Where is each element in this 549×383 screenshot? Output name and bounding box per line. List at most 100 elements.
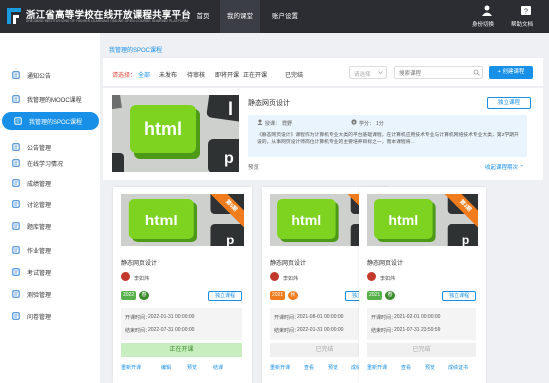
end-time: 2021-07-31 23:59:59 xyxy=(394,327,441,333)
year-badge: 2022 xyxy=(121,291,137,300)
course-search-input[interactable] xyxy=(394,66,483,79)
credit-icon: ¥ xyxy=(351,119,357,125)
create-course-button[interactable]: + 创建课程 xyxy=(489,66,533,79)
quiz-icon xyxy=(12,290,20,298)
course-card-thumbnail[interactable]: html p 第5期 xyxy=(121,194,244,246)
start-time: 2022-01-31 00:00:00 xyxy=(148,314,195,320)
course-status: 已完结 xyxy=(367,343,476,357)
course-card-thumbnail[interactable]: html p 第3期 xyxy=(367,194,478,246)
top-bar: 浙江省高等学校在线开放课程共享平台 ZHEJIANG INSTITUTIONS … xyxy=(0,0,549,33)
course-card-link-1[interactable]: 编辑 xyxy=(161,364,171,371)
sidebar-item-label: 作业管理 xyxy=(27,249,52,255)
sidebar-item-label: 公告管理 xyxy=(27,146,52,152)
sidebar-item-label: 我管理的SPOC课程 xyxy=(29,120,83,126)
filter-option-4[interactable]: 正在开课 xyxy=(243,70,267,79)
sidebar-item-4[interactable]: 在线学习情况 xyxy=(0,154,100,172)
teacher-name: 霓野 xyxy=(282,121,293,127)
sidebar-item-label: 通知公告 xyxy=(27,74,52,80)
svg-text:html: html xyxy=(145,214,178,229)
featured-course-thumbnail[interactable]: html l p xyxy=(112,95,239,172)
course-card-link-1[interactable]: 查看 xyxy=(304,364,314,371)
svg-text:p: p xyxy=(224,150,234,167)
course-card-title[interactable]: 静态网页设计 xyxy=(121,258,157,267)
course-card-link-3[interactable]: 成绩证书 xyxy=(448,364,468,371)
search-icon[interactable] xyxy=(473,69,480,76)
course-card-link-2[interactable]: 预览 xyxy=(425,364,435,371)
question-bank-icon xyxy=(12,222,20,230)
nav-account-settings[interactable]: 账户设置 xyxy=(262,0,308,33)
preview-link[interactable]: 预览 xyxy=(248,163,259,171)
sidebar-item-label: 考试管理 xyxy=(27,271,52,277)
svg-text:html: html xyxy=(388,212,418,228)
credit-value: 1分 xyxy=(376,121,384,127)
independent-course-badge: 独立课程 xyxy=(442,291,476,301)
course-status[interactable]: 正在开课 xyxy=(121,343,242,357)
avatar xyxy=(270,272,279,281)
course-card-link-2[interactable]: 预览 xyxy=(187,364,197,371)
course-card-link-2[interactable]: 预览 xyxy=(328,364,338,371)
year-badge: 2021 xyxy=(270,291,286,300)
notice-icon xyxy=(12,71,20,79)
sidebar-item-8[interactable]: 作业管理 xyxy=(0,241,100,259)
svg-text:p: p xyxy=(226,233,234,246)
svg-text:html: html xyxy=(291,212,321,228)
discuss-icon xyxy=(12,200,20,208)
collapse-terms-link[interactable]: 收起课程期次 ⌃ xyxy=(485,163,524,171)
teacher-name: 李如炜 xyxy=(283,276,299,282)
avatar xyxy=(367,272,376,281)
course-description: 《静态网页设计》课程作为计算机专业大类的平台基础课程，在计算机应用技术专业与计算… xyxy=(257,133,519,145)
sidebar-item-label: 我管理的MOOC课程 xyxy=(27,98,82,104)
user-switch-label[interactable]: 身份切换 xyxy=(472,20,494,28)
season-badge: 秋 xyxy=(288,291,298,300)
course-card-title[interactable]: 静态网页设计 xyxy=(270,258,306,267)
course-card-link-1[interactable]: 查看 xyxy=(401,364,411,371)
start-time: 2021-08-01 00:00:00 xyxy=(297,314,344,320)
teacher-icon xyxy=(257,119,263,125)
user-switch-icon[interactable] xyxy=(481,5,493,16)
year-badge: 2021 xyxy=(367,291,383,300)
filter-option-0[interactable]: 全部 xyxy=(138,70,150,79)
sidebar-item-6[interactable]: 讨论管理 xyxy=(0,195,100,213)
filter-label: 请选择： xyxy=(112,73,137,79)
filter-option-5[interactable]: 已完结 xyxy=(285,70,303,79)
sidebar-item-label: 在线学习情况 xyxy=(27,162,64,168)
sidebar-item-5[interactable]: 成绩管理 xyxy=(0,174,100,192)
course-card-link-0[interactable]: 重新开课 xyxy=(121,364,141,371)
book-icon xyxy=(12,95,20,103)
season-badge: 春 xyxy=(139,291,149,300)
study-icon xyxy=(12,159,20,167)
featured-course-title[interactable]: 静态网页设计 xyxy=(248,98,290,108)
book-icon xyxy=(14,117,22,125)
sidebar-item-11[interactable]: 问卷管理 xyxy=(0,307,100,325)
filter-option-1[interactable]: 未发布 xyxy=(159,70,177,79)
filter-option-2[interactable]: 待审核 xyxy=(187,70,205,79)
chevron-down-icon[interactable] xyxy=(378,70,383,75)
platform-subtitle: ZHEJIANG INSTITUTIONS OF HIGHER LEARNING… xyxy=(26,19,189,23)
sidebar-item-2[interactable]: 我管理的SPOC课程 xyxy=(2,112,99,130)
course-card-link-0[interactable]: 重新开课 xyxy=(270,364,290,371)
course-card-link-3[interactable]: 结课 xyxy=(213,364,223,371)
sidebar-item-9[interactable]: 考试管理 xyxy=(0,263,100,281)
help-label[interactable]: 帮助文档 xyxy=(511,20,533,28)
course-card-link-0[interactable]: 重新开课 xyxy=(367,364,387,371)
survey-icon xyxy=(12,312,20,320)
filter-option-3[interactable]: 即将开课 xyxy=(215,70,239,79)
end-time: 2022-07-31 00:00:00 xyxy=(148,327,195,333)
sidebar-item-10[interactable]: 测验管理 xyxy=(0,285,100,303)
nav-home[interactable]: 首页 xyxy=(186,0,220,33)
help-icon[interactable]: ? xyxy=(520,5,532,16)
teacher-name: 李如炜 xyxy=(134,276,150,282)
svg-text:l: l xyxy=(228,99,233,119)
sidebar-item-7[interactable]: 题库管理 xyxy=(0,217,100,235)
sidebar-item-1[interactable]: 我管理的MOOC课程 xyxy=(0,90,100,108)
independent-course-button[interactable]: 独立课程 xyxy=(487,97,531,109)
breadcrumb[interactable]: 我管理的SPOC课程 xyxy=(109,45,162,54)
season-badge: 春 xyxy=(385,291,395,300)
sidebar-item-label: 测验管理 xyxy=(27,293,52,299)
sidebar-item-0[interactable]: 通知公告 xyxy=(0,66,100,84)
platform-logo-icon xyxy=(7,8,21,24)
svg-text:?: ? xyxy=(524,9,528,16)
nav-my-classroom[interactable]: 我的课堂 xyxy=(220,0,260,33)
course-card-title[interactable]: 静态网页设计 xyxy=(367,258,403,267)
sidebar-item-label: 问卷管理 xyxy=(27,315,52,321)
